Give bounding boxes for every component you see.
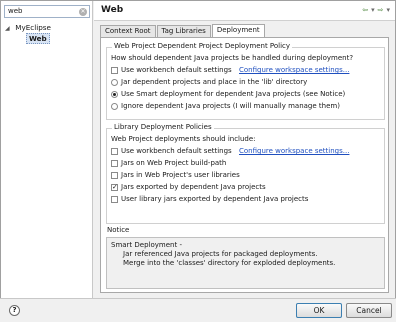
project-deployment-group: Web Project Dependent Project Deployment…: [106, 42, 385, 120]
checkbox-build-path-jars[interactable]: Jars on Web Project build-path: [111, 158, 226, 169]
group-question: How should dependent Java projects be ha…: [111, 53, 353, 64]
tab-bar: Context Root Tag Libraries Deployment: [100, 24, 266, 37]
checkbox[interactable]: [111, 160, 118, 167]
checkbox-user-library-jars[interactable]: Jars in Web Project's user libraries: [111, 170, 240, 181]
question-text: How should dependent Java projects be ha…: [111, 54, 354, 62]
radio-label: Ignore dependent Java projects (I will m…: [121, 102, 340, 110]
radio-ignore-dependent[interactable]: Ignore dependent Java projects (I will m…: [111, 101, 340, 112]
filter-text: web: [8, 7, 23, 15]
page-header: Web ⇦ ▾ ⇨ ▾: [94, 1, 395, 21]
notice-line: Merge into the 'classes' directory for e…: [123, 259, 336, 267]
tab-context-root[interactable]: Context Root: [100, 25, 156, 37]
collapse-icon[interactable]: ◢: [5, 23, 13, 34]
question-text: Web Project deployments should include:: [111, 135, 256, 143]
configure-workspace-link[interactable]: Configure workspace settings...: [239, 146, 349, 157]
library-deployment-group: Library Deployment Policies Web Project …: [106, 123, 385, 224]
configure-workspace-link[interactable]: Configure workspace settings...: [239, 65, 349, 76]
notice-line: Jar referenced Java projects for package…: [123, 250, 318, 258]
clear-filter-icon[interactable]: ✕: [79, 8, 87, 16]
checkbox-label: Jars on Web Project build-path: [121, 159, 227, 167]
checkbox[interactable]: [111, 172, 118, 179]
checkbox[interactable]: [111, 148, 118, 155]
group-question: Web Project deployments should include:: [111, 134, 256, 145]
ok-button[interactable]: OK: [296, 303, 342, 318]
cancel-button[interactable]: Cancel: [346, 303, 392, 318]
radio-smart-deployment[interactable]: Use Smart deployment for dependent Java …: [111, 89, 345, 100]
property-tree-panel: web ✕ ◢ MyEclipse Web: [1, 1, 93, 298]
radio-button[interactable]: [111, 91, 118, 98]
checkbox[interactable]: [111, 182, 118, 193]
radio-jar-dependent[interactable]: Jar dependent projects and place in the …: [111, 77, 307, 88]
property-page: Web ⇦ ▾ ⇨ ▾ Context Root Tag Libraries D…: [94, 1, 395, 298]
group-label: Web Project Dependent Project Deployment…: [112, 42, 293, 50]
tree-item-web[interactable]: Web: [5, 33, 51, 44]
group-label: Library Deployment Policies: [112, 123, 214, 131]
notice-text-area[interactable]: Smart Deployment - Jar referenced Java p…: [106, 237, 385, 289]
checkbox-label: Use workbench default settings: [121, 66, 232, 74]
checkbox-label: Jars in Web Project's user libraries: [121, 171, 240, 179]
use-default-checkbox[interactable]: Use workbench default settings: [111, 65, 232, 76]
radio-button[interactable]: [111, 103, 118, 110]
tree-item-label: MyEclipse: [15, 23, 51, 32]
help-icon[interactable]: ?: [9, 305, 20, 316]
dialog-button-bar: ? OK Cancel: [0, 298, 396, 322]
forward-arrow-icon[interactable]: ⇨: [378, 6, 384, 14]
checkbox-label: User library jars exported by dependent …: [121, 195, 309, 203]
tab-deployment[interactable]: Deployment: [211, 24, 265, 37]
forward-menu-icon[interactable]: ▾: [386, 6, 390, 14]
page-title: Web: [101, 5, 124, 15]
back-menu-icon[interactable]: ▾: [371, 6, 375, 14]
checkbox-exported-jars[interactable]: Jars exported by dependent Java projects: [111, 182, 266, 193]
checkbox-label: Use workbench default settings: [121, 147, 232, 155]
property-tree: ◢ MyEclipse Web: [5, 22, 51, 44]
notice-title: Smart Deployment -: [111, 241, 182, 249]
checkbox[interactable]: [111, 67, 118, 74]
notice-label-text: Notice: [107, 226, 130, 234]
deployment-tab-content: Web Project Dependent Project Deployment…: [100, 37, 389, 293]
radio-button[interactable]: [111, 79, 118, 86]
radio-label: Jar dependent projects and place in the …: [121, 78, 308, 86]
checkbox-exported-user-library-jars[interactable]: User library jars exported by dependent …: [111, 194, 308, 205]
tree-item-myeclipse[interactable]: ◢ MyEclipse: [5, 22, 51, 33]
checkbox-label: Jars exported by dependent Java projects: [121, 183, 266, 191]
navigation-buttons: ⇦ ▾ ⇨ ▾: [362, 6, 390, 14]
notice-label: Notice: [107, 225, 129, 236]
back-arrow-icon[interactable]: ⇦: [362, 6, 368, 14]
tree-item-label: Web: [26, 33, 50, 44]
checkbox[interactable]: [111, 196, 118, 203]
radio-label: Use Smart deployment for dependent Java …: [121, 90, 346, 98]
tab-tag-libraries[interactable]: Tag Libraries: [156, 25, 211, 37]
use-default-checkbox[interactable]: Use workbench default settings: [111, 146, 232, 157]
filter-input[interactable]: web ✕: [4, 5, 90, 18]
